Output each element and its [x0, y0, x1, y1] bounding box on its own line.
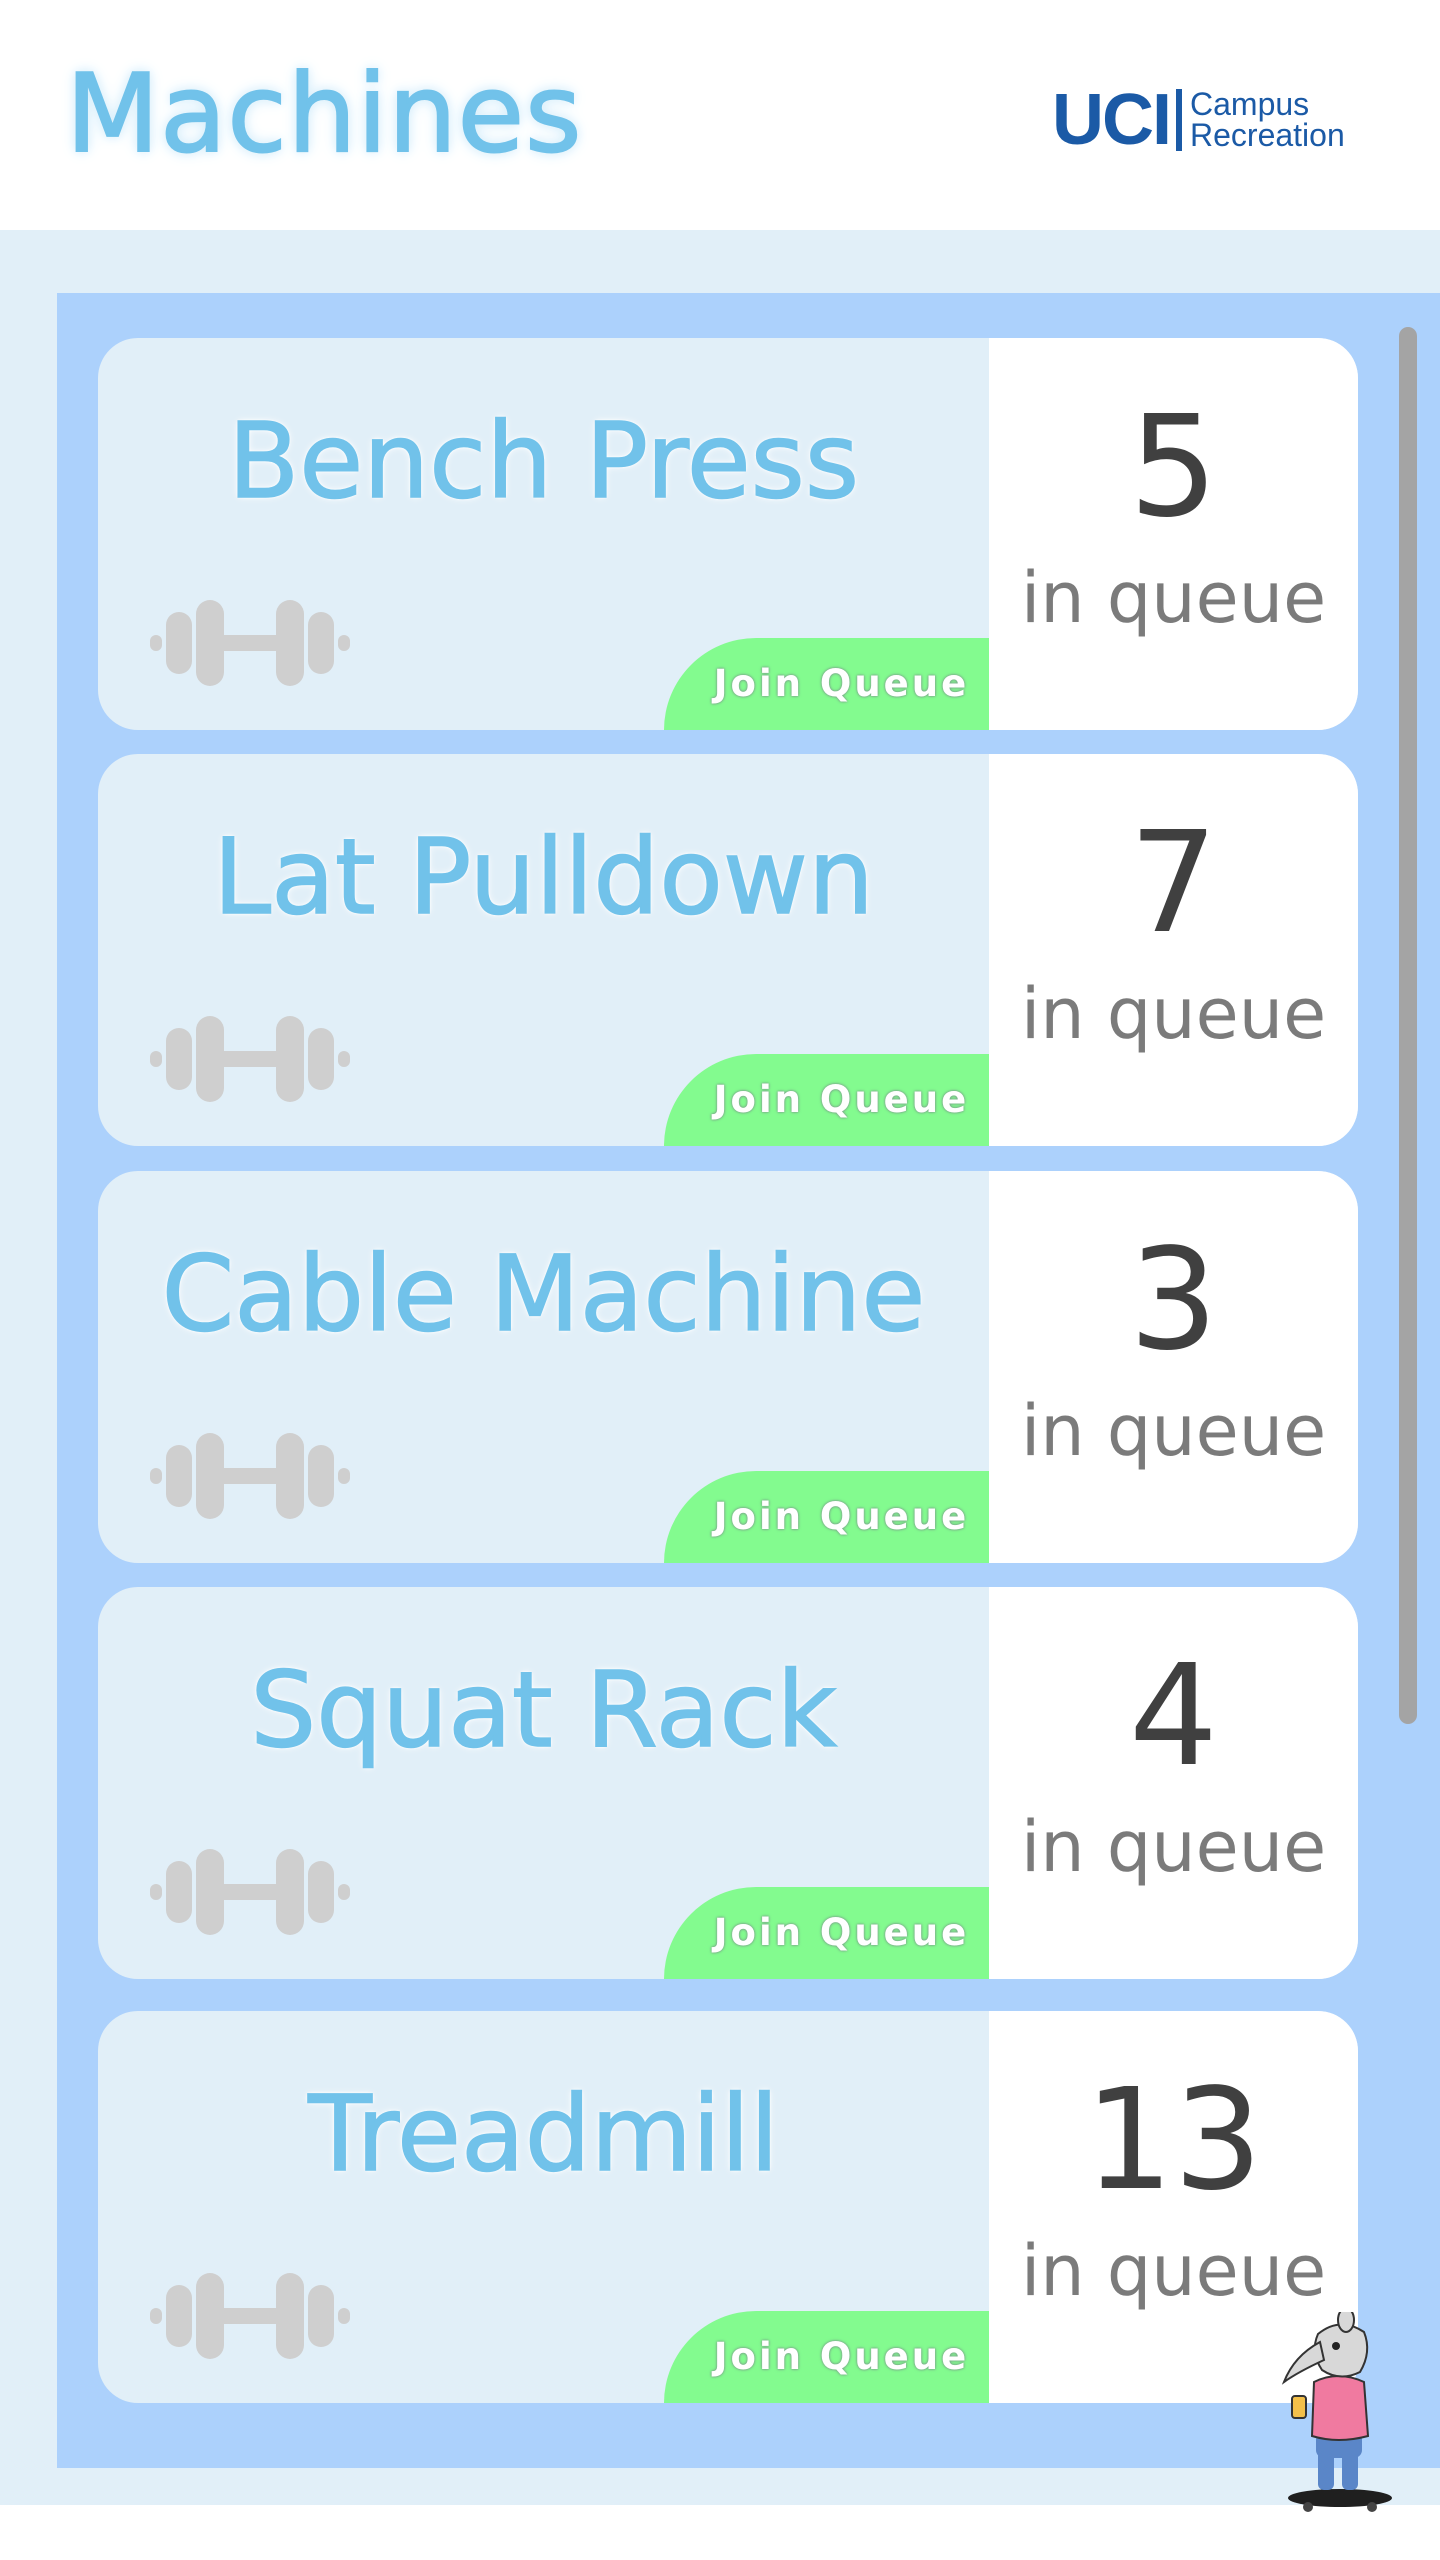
machine-card[interactable]: Bench Press 5 in queue Join Queue	[98, 338, 1358, 730]
join-queue-button[interactable]: Join Queue	[664, 2311, 989, 2403]
join-queue-button[interactable]: Join Queue	[664, 1054, 989, 1146]
queue-count: 3	[1128, 1219, 1219, 1382]
machine-name: Bench Press	[227, 399, 860, 523]
dumbbell-icon	[150, 1016, 350, 1102]
machine-card[interactable]: Treadmill 13 in queue Join Queue	[98, 2011, 1358, 2403]
join-queue-button[interactable]: Join Queue	[664, 1471, 989, 1563]
machine-card[interactable]: Lat Pulldown 7 in queue Join Queue	[98, 754, 1358, 1146]
machine-card[interactable]: Squat Rack 4 in queue Join Queue	[98, 1587, 1358, 1979]
queue-label: in queue	[1020, 557, 1327, 639]
queue-count: 5	[1128, 386, 1219, 549]
queue-label: in queue	[1020, 1390, 1327, 1472]
machine-name: Squat Rack	[249, 1648, 837, 1772]
queue-label: in queue	[1020, 973, 1327, 1055]
brand-separator	[1176, 89, 1182, 151]
join-queue-button[interactable]: Join Queue	[664, 638, 989, 730]
page-title: Machines	[65, 51, 583, 178]
anteater-mascot-icon	[1281, 2312, 1392, 2512]
scrollbar-thumb[interactable]	[1399, 327, 1417, 1724]
uci-campus-recreation-logo: UCI Campus Recreation	[1052, 80, 1345, 160]
queue-count: 7	[1128, 802, 1219, 965]
dumbbell-icon	[150, 2273, 350, 2359]
brand-line-2: Recreation	[1190, 117, 1345, 153]
dumbbell-icon	[150, 1849, 350, 1935]
app-header: Machines UCI Campus Recreation	[0, 0, 1440, 230]
dumbbell-icon	[150, 1433, 350, 1519]
machine-name: Lat Pulldown	[212, 815, 874, 939]
queue-label: in queue	[1020, 2230, 1327, 2312]
join-queue-button[interactable]: Join Queue	[664, 1887, 989, 1979]
machine-name: Cable Machine	[161, 1232, 926, 1356]
machine-card[interactable]: Cable Machine 3 in queue Join Queue	[98, 1171, 1358, 1563]
queue-count: 4	[1128, 1635, 1219, 1798]
brand-text: Campus Recreation	[1190, 86, 1345, 153]
queue-label: in queue	[1020, 1806, 1327, 1888]
dumbbell-icon	[150, 600, 350, 686]
queue-count: 13	[1084, 2059, 1263, 2222]
brand-line-1: Campus	[1190, 86, 1310, 122]
machine-name: Treadmill	[308, 2072, 780, 2196]
brand-mark: UCI	[1052, 80, 1172, 160]
